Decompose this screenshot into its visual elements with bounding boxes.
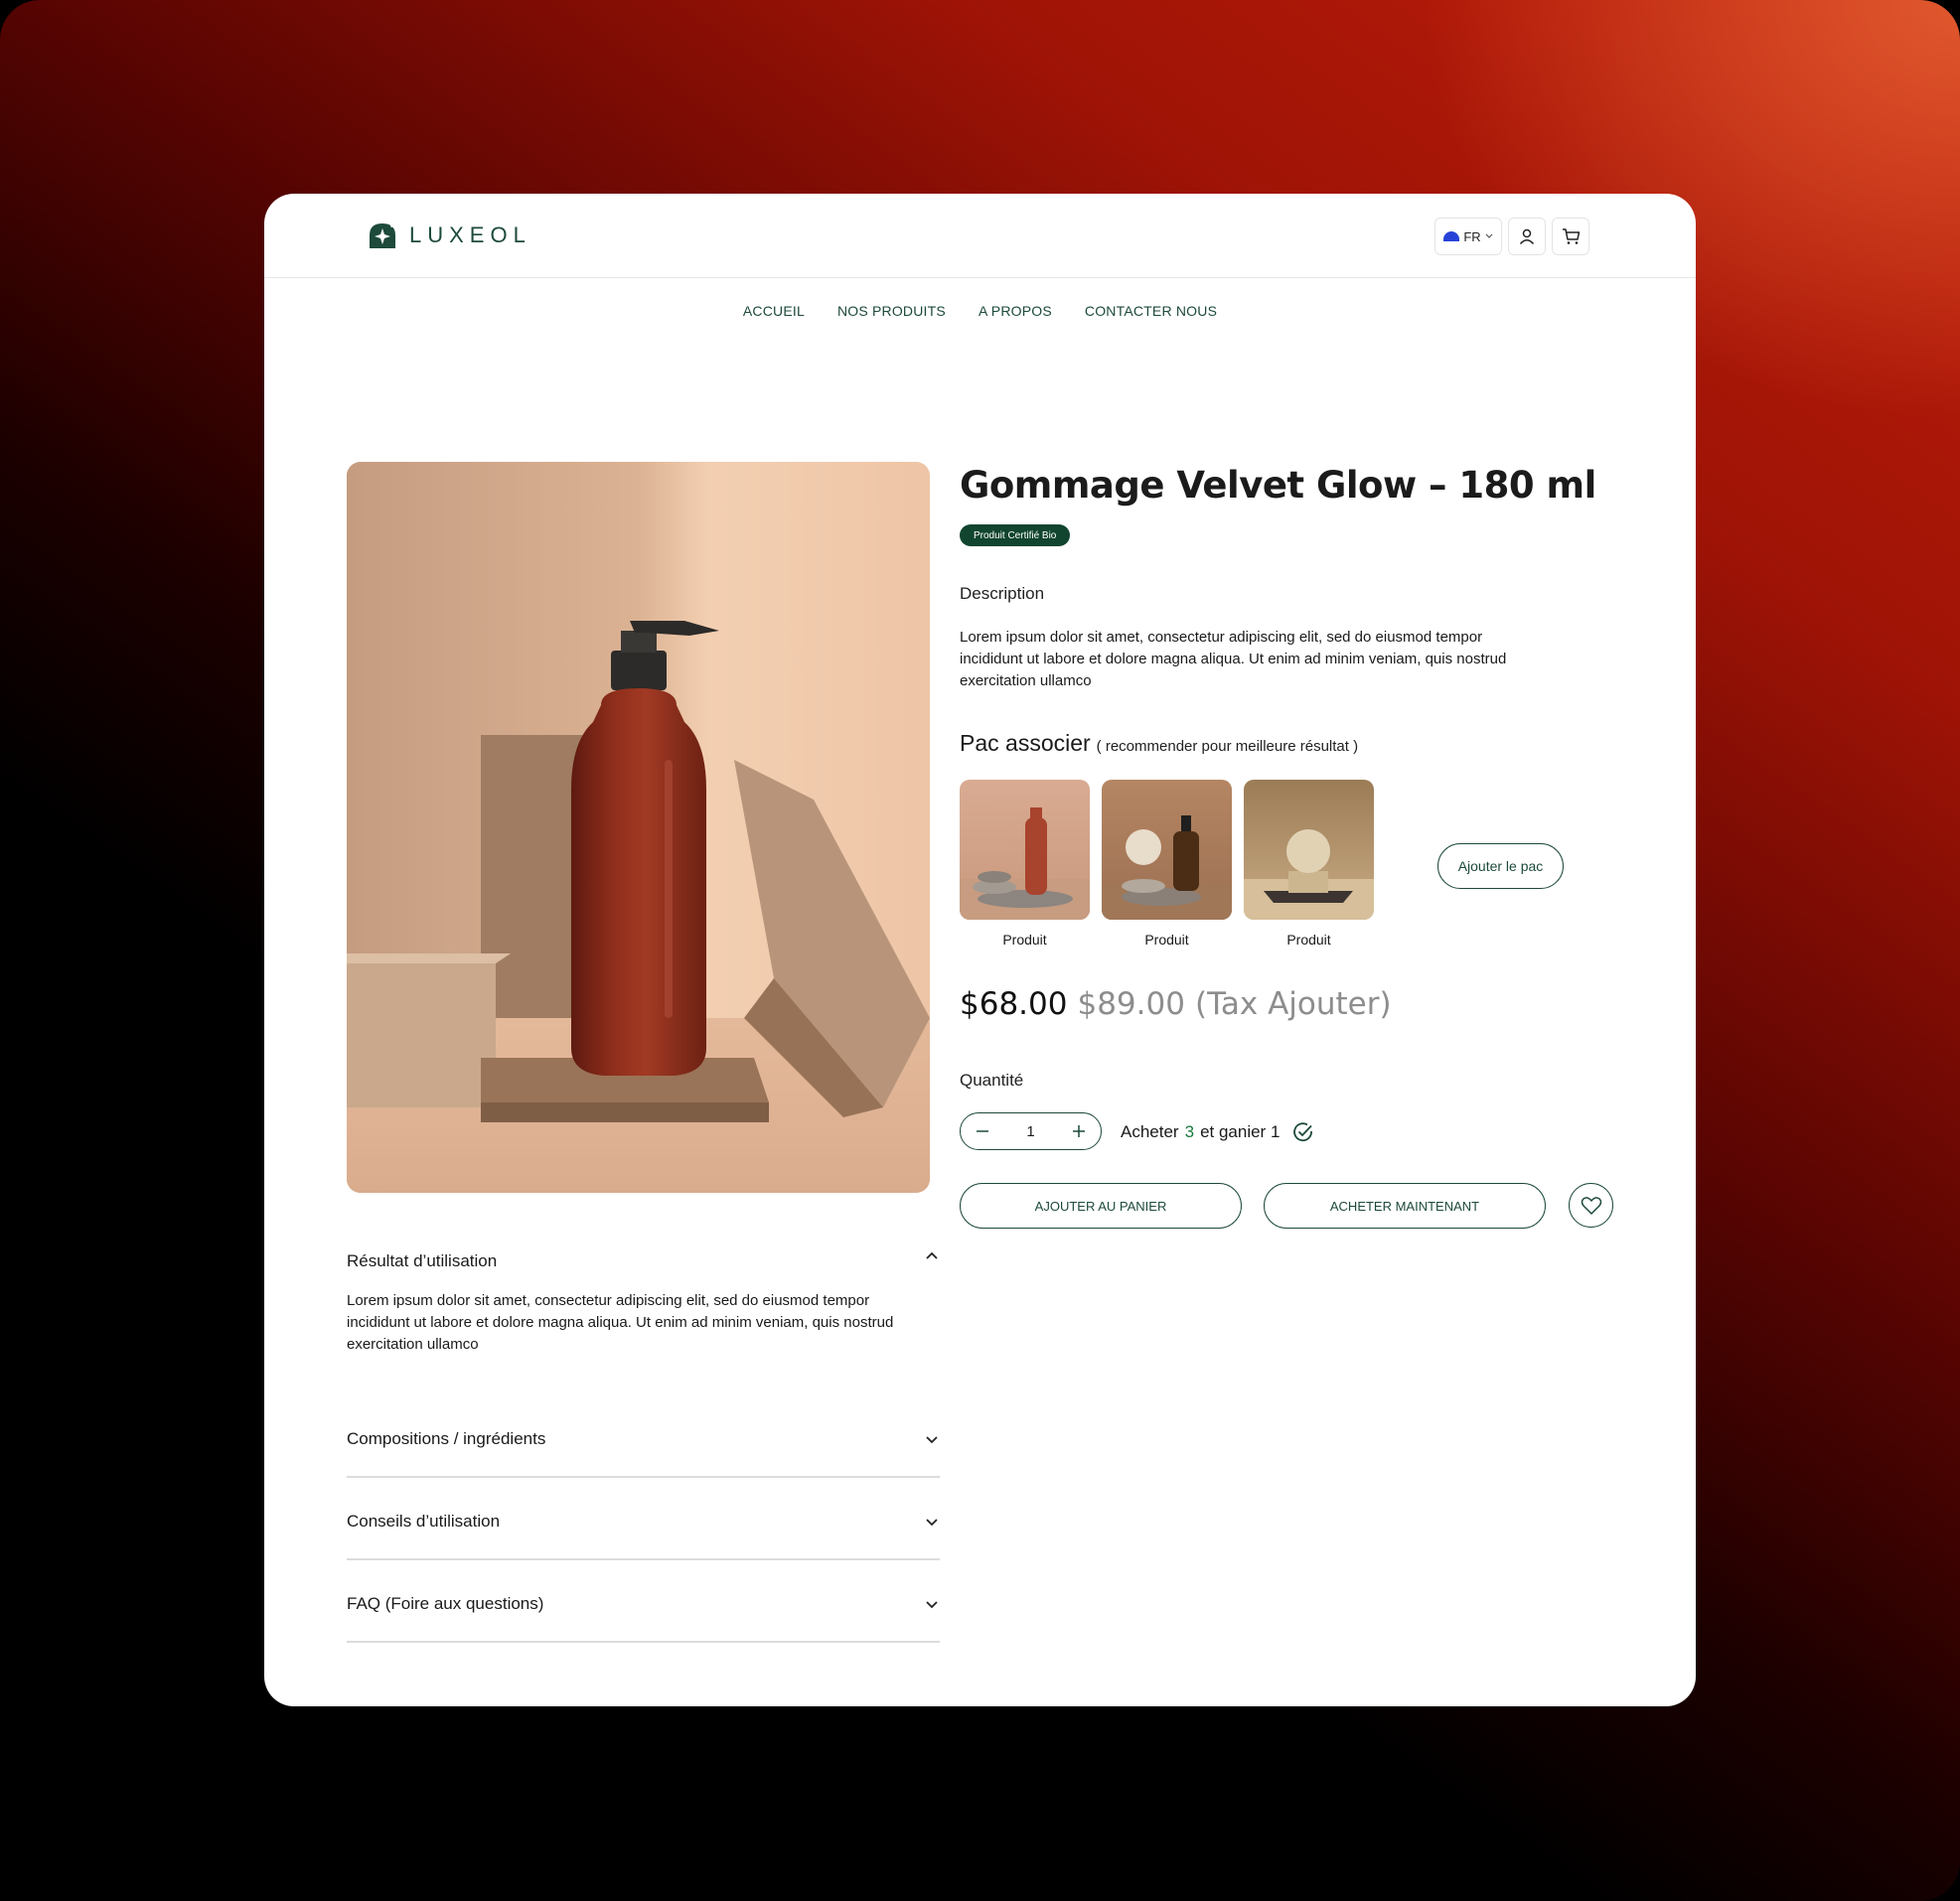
original-price: $89.00	[1077, 986, 1185, 1022]
pac-item-image	[1244, 780, 1374, 920]
accordion-title: Conseils d’utilisation	[347, 1512, 501, 1531]
chevron-down-icon	[926, 1436, 938, 1444]
language-selector[interactable]: FR	[1434, 218, 1502, 255]
nav-nos-produits[interactable]: NOS PRODUITS	[837, 303, 946, 319]
pac-item-label: Produit	[1144, 932, 1189, 948]
site-header: LUXEOL FR	[264, 194, 1696, 278]
check-circle-icon	[1293, 1122, 1313, 1142]
description-label: Description	[960, 584, 1045, 603]
chevron-down-icon	[926, 1519, 938, 1527]
accordion-conseils[interactable]: Conseils d’utilisation	[347, 1512, 940, 1532]
quantity-stepper: 1	[960, 1112, 1102, 1150]
logo-icon	[370, 223, 395, 248]
product-page-card: LUXEOL FR ACCUEIL NOS PRODUITS A PROPOS …	[264, 194, 1696, 1706]
cart-icon	[1562, 228, 1580, 244]
accordion-faq[interactable]: FAQ (Foire aux questions)	[347, 1594, 940, 1614]
accordion-compositions[interactable]: Compositions / ingrédients	[347, 1429, 940, 1449]
accordion-divider	[347, 1476, 940, 1478]
main-nav: ACCUEIL NOS PRODUITS A PROPOS CONTACTER …	[264, 303, 1696, 319]
minus-icon[interactable]	[975, 1123, 990, 1139]
promo-suffix: et ganier 1	[1200, 1122, 1281, 1141]
accordion-resultat[interactable]: Résultat d’utilisation	[347, 1251, 940, 1271]
product-main-image[interactable]	[347, 462, 930, 1193]
pac-item-image	[960, 780, 1090, 920]
quantity-label: Quantité	[960, 1071, 1024, 1090]
organic-badge: Produit Certifié Bio	[960, 524, 1071, 546]
nav-accueil[interactable]: ACCUEIL	[743, 303, 805, 319]
pac-item[interactable]: Produit	[1102, 780, 1232, 948]
accordion-title: Résultat d’utilisation	[347, 1251, 498, 1270]
accordion-divider	[347, 1641, 940, 1643]
heart-icon	[1581, 1196, 1601, 1215]
wishlist-button[interactable]	[1569, 1183, 1613, 1228]
buy-now-button[interactable]: ACHETER MAINTENANT	[1264, 1183, 1546, 1229]
header-actions: FR	[1434, 218, 1589, 255]
brand-logo[interactable]: LUXEOL	[368, 221, 531, 249]
promo-highlight: 3	[1184, 1122, 1195, 1141]
pac-item-label: Produit	[1286, 932, 1331, 948]
accordion-title: FAQ (Foire aux questions)	[347, 1594, 544, 1613]
quantity-value[interactable]: 1	[1026, 1123, 1034, 1140]
add-pack-button[interactable]: Ajouter le pac	[1437, 843, 1564, 889]
product-title: Gommage Velvet Glow – 180 ml	[960, 464, 1596, 507]
pac-item-label: Produit	[1002, 932, 1047, 948]
chevron-up-icon	[926, 1251, 938, 1259]
cart-button[interactable]	[1552, 218, 1589, 255]
accordion-divider	[347, 1558, 940, 1560]
bundle-promo: Acheter 3 et ganier 1	[1121, 1120, 1315, 1144]
nav-contacter-nous[interactable]: CONTACTER NOUS	[1085, 303, 1217, 319]
description-text: Lorem ipsum dolor sit amet, consectetur …	[960, 629, 1507, 689]
tax-note: (Tax Ajouter)	[1194, 986, 1392, 1022]
account-button[interactable]	[1508, 218, 1546, 255]
chevron-down-icon	[1485, 233, 1493, 238]
add-to-cart-button[interactable]: AJOUTER AU PANIER	[960, 1183, 1242, 1229]
pac-heading: Pac associer ( recommender pour meilleur…	[960, 730, 1358, 757]
price-block: $68.00 $89.00 (Tax Ajouter)	[960, 986, 1392, 1022]
user-icon	[1519, 228, 1535, 245]
promo-prefix: Acheter	[1121, 1122, 1179, 1141]
pac-subtitle: ( recommender pour meilleure résultat )	[1096, 738, 1359, 755]
chevron-down-icon	[926, 1601, 938, 1609]
product-photo	[347, 462, 930, 1193]
pac-item-image	[1102, 780, 1232, 920]
language-label: FR	[1463, 228, 1481, 244]
pac-title: Pac associer	[960, 730, 1091, 756]
pac-item[interactable]: Produit	[960, 780, 1090, 948]
flag-icon	[1443, 231, 1460, 241]
plus-icon[interactable]	[1071, 1123, 1087, 1139]
accordion-body: Lorem ipsum dolor sit amet, consectetur …	[347, 1292, 894, 1353]
accordion-title: Compositions / ingrédients	[347, 1429, 546, 1448]
brand-name: LUXEOL	[409, 222, 531, 247]
pac-item[interactable]: Produit	[1244, 780, 1374, 948]
current-price: $68.00	[960, 986, 1068, 1022]
nav-a-propos[interactable]: A PROPOS	[979, 303, 1052, 319]
